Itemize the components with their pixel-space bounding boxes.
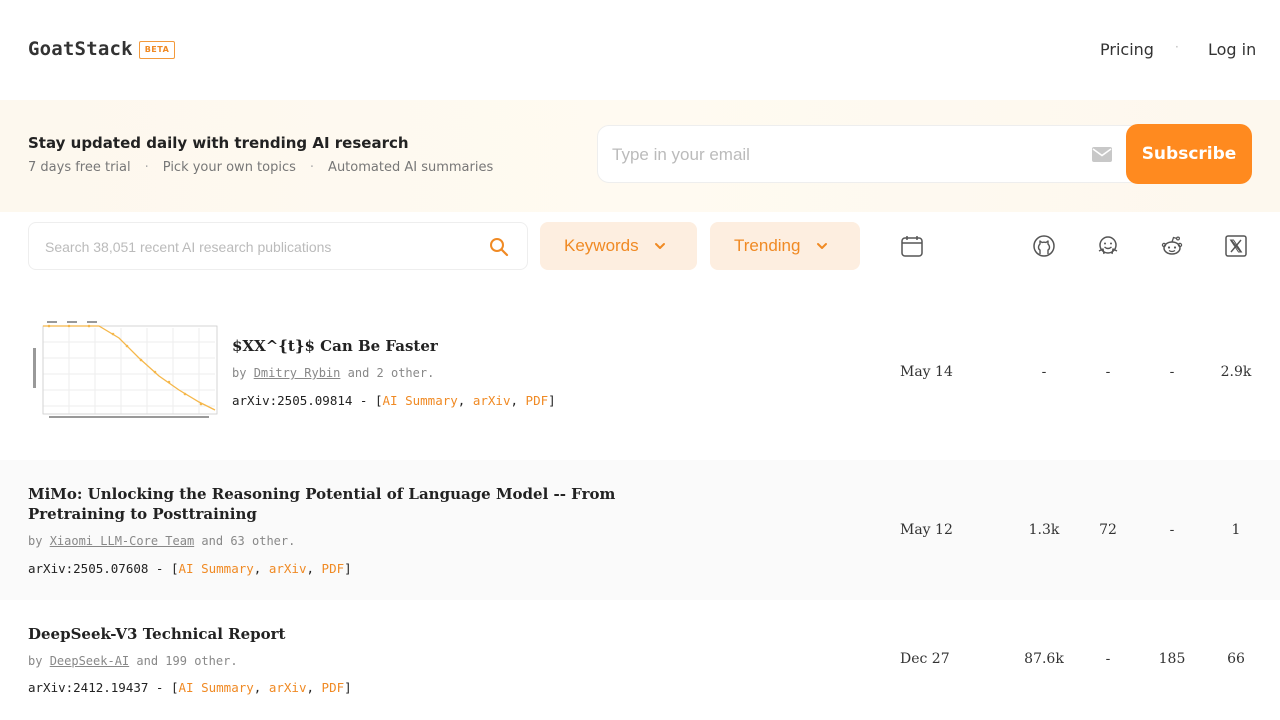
- paper-date: May 12: [900, 522, 953, 538]
- other-authors: and 63 other.: [201, 534, 296, 548]
- mail-icon: [1092, 147, 1112, 162]
- ai-summary-link[interactable]: AI Summary: [383, 393, 458, 408]
- paper-thumbnail: [29, 318, 219, 426]
- arxiv-id: arXiv:2505.07608 - [: [28, 561, 179, 576]
- paper-authors: by Dmitry Rybin and 2 other.: [232, 366, 434, 380]
- x-stat: 2.9k: [1220, 364, 1252, 380]
- paper-authors: by DeepSeek-AI and 199 other.: [28, 654, 238, 668]
- github-stat: -: [1041, 364, 1047, 380]
- paper-title[interactable]: MiMo: Unlocking the Reasoning Potential …: [28, 484, 678, 524]
- paper-title[interactable]: DeepSeek-V3 Technical Report: [28, 624, 285, 644]
- ai-summary-link[interactable]: AI Summary: [179, 680, 254, 695]
- nav-login-link[interactable]: Log in: [1208, 40, 1256, 59]
- github-stat: 1.3k: [1028, 522, 1060, 538]
- subscribe-banner: Stay updated daily with trending AI rese…: [0, 100, 1280, 212]
- reddit-stat: -: [1169, 522, 1175, 538]
- paper-arxiv-line: arXiv:2412.19437 - [AI Summary, arXiv, P…: [28, 680, 352, 695]
- huggingface-stat: -: [1105, 651, 1111, 667]
- calendar-icon[interactable]: [900, 234, 924, 258]
- trending-dropdown[interactable]: Trending: [710, 222, 860, 270]
- nav-separator: ·: [1175, 40, 1179, 54]
- feature-item: 7 days free trial: [28, 160, 131, 175]
- by-label: by: [28, 654, 43, 668]
- keywords-dropdown[interactable]: Keywords: [540, 222, 697, 270]
- nav-pricing-link[interactable]: Pricing: [1100, 40, 1154, 59]
- reddit-stat: 185: [1158, 651, 1186, 667]
- pdf-link[interactable]: PDF: [322, 561, 345, 576]
- ai-summary-link[interactable]: AI Summary: [179, 561, 254, 576]
- banner-title: Stay updated daily with trending AI rese…: [28, 134, 409, 152]
- paper-date: Dec 27: [900, 651, 950, 667]
- pdf-link[interactable]: PDF: [322, 680, 345, 695]
- by-label: by: [232, 366, 247, 380]
- x-stat: 1: [1231, 522, 1241, 538]
- chevron-down-icon: [655, 243, 665, 249]
- bracket-close: ]: [548, 393, 556, 408]
- feature-separator: ·: [309, 160, 315, 175]
- paper-arxiv-line: arXiv:2505.07608 - [AI Summary, arXiv, P…: [28, 561, 352, 576]
- x-icon[interactable]: [1224, 234, 1248, 258]
- bracket-close: ]: [344, 561, 352, 576]
- feature-item: Automated AI summaries: [328, 160, 494, 175]
- banner-features: 7 days free trial · Pick your own topics…: [28, 160, 493, 175]
- keywords-label: Keywords: [564, 236, 639, 255]
- chevron-down-icon: [817, 243, 827, 249]
- feature-separator: ·: [144, 160, 149, 175]
- feature-item: Pick your own topics: [162, 160, 296, 175]
- other-authors: and 2 other.: [347, 366, 435, 380]
- huggingface-stat: 72: [1099, 522, 1117, 538]
- arxiv-id: arXiv:2505.09814 - [: [232, 393, 383, 408]
- email-field[interactable]: [612, 143, 1072, 167]
- github-stat: 87.6k: [1024, 651, 1064, 667]
- paper-figure-image: [29, 318, 219, 426]
- arxiv-link[interactable]: arXiv: [473, 393, 511, 408]
- x-stat: 66: [1227, 651, 1245, 667]
- paper-date: May 14: [900, 364, 953, 380]
- github-icon[interactable]: [1032, 234, 1056, 258]
- paper-arxiv-line: arXiv:2505.09814 - [AI Summary, arXiv, P…: [232, 393, 556, 408]
- email-field-container: [597, 125, 1142, 183]
- huggingface-icon[interactable]: [1096, 234, 1120, 258]
- paper-title[interactable]: $XX^{t}$ Can Be Faster: [232, 336, 438, 356]
- other-authors: and 199 other.: [136, 654, 238, 668]
- author-link[interactable]: Dmitry Rybin: [254, 366, 341, 380]
- beta-badge: BETA: [139, 41, 175, 59]
- reddit-stat: -: [1169, 364, 1175, 380]
- trending-label: Trending: [734, 236, 801, 255]
- bracket-close: ]: [344, 680, 352, 695]
- search-container: [28, 222, 528, 270]
- by-label: by: [28, 534, 43, 548]
- author-link[interactable]: Xiaomi LLM-Core Team: [50, 534, 195, 548]
- arxiv-link[interactable]: arXiv: [269, 680, 307, 695]
- author-link[interactable]: DeepSeek-AI: [50, 654, 129, 668]
- search-input[interactable]: [45, 237, 475, 257]
- search-icon[interactable]: [489, 237, 509, 257]
- pdf-link[interactable]: PDF: [526, 393, 549, 408]
- site-header: GoatStack BETA Pricing · Log in: [0, 0, 1280, 100]
- huggingface-stat: -: [1105, 364, 1111, 380]
- paper-authors: by Xiaomi LLM-Core Team and 63 other.: [28, 534, 295, 548]
- arxiv-id: arXiv:2412.19437 - [: [28, 680, 179, 695]
- site-logo[interactable]: GoatStack: [28, 38, 133, 60]
- arxiv-link[interactable]: arXiv: [269, 561, 307, 576]
- reddit-icon[interactable]: [1160, 234, 1184, 258]
- subscribe-button[interactable]: Subscribe: [1126, 124, 1252, 184]
